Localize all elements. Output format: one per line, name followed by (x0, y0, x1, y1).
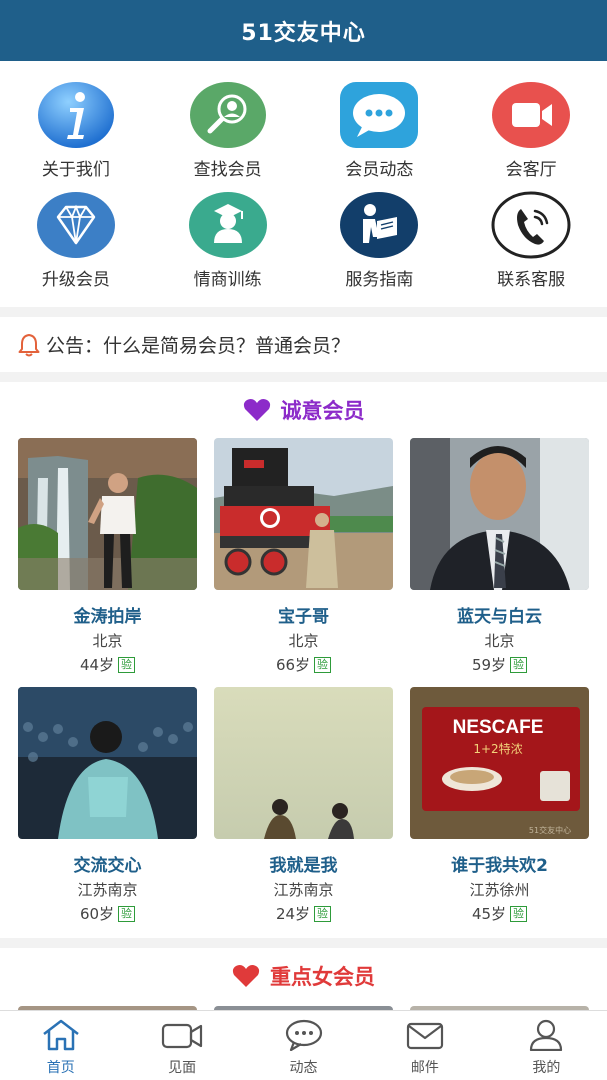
member-card[interactable]: 宝子哥 北京 66岁 验 (214, 438, 393, 687)
member-card[interactable]: 我就是我 江苏南京 24岁 验 (214, 687, 393, 936)
member-name[interactable]: 交流交心 (18, 851, 197, 876)
member-photo[interactable] (18, 687, 197, 839)
tab-label: 首页 (46, 1060, 75, 1076)
member-city: 江苏南京 (273, 881, 334, 899)
notice-bar[interactable]: 公告：什么是简易会员？普通会员？ (0, 317, 607, 372)
member-name[interactable]: 金涛拍岸 (18, 602, 197, 627)
member-name[interactable]: 我就是我 (214, 851, 393, 876)
chat-icon (284, 1019, 324, 1055)
verified-badge: 验 (510, 905, 528, 922)
member-age: 59岁 (471, 656, 507, 674)
member-photo[interactable] (214, 687, 393, 839)
feature-menu: 关于我们 查找会员 会员动态 会客厅 升级会员 情商训练 服务指南 联系客服 (0, 61, 607, 307)
diamond-icon (36, 191, 116, 259)
nescafe-logo-text: NESCAFE (453, 717, 544, 738)
member-photo[interactable] (18, 438, 197, 590)
menu-label: 服务指南 (345, 270, 414, 290)
member-photo[interactable] (410, 438, 589, 590)
member-card[interactable]: 蓝天与白云 北京 59岁 验 (410, 438, 589, 687)
tab-label: 邮件 (410, 1060, 439, 1076)
reading-person-icon (339, 191, 419, 259)
chat-bubble-icon (339, 81, 419, 149)
tab-meet[interactable]: 见面 (121, 1011, 242, 1080)
home-icon (41, 1019, 81, 1055)
member-photo[interactable] (214, 438, 393, 590)
tab-mail[interactable]: 邮件 (364, 1011, 485, 1080)
menu-item-contact-service[interactable]: 联系客服 (455, 191, 607, 291)
watermark-text: 51交友中心 (529, 825, 571, 835)
graduate-icon (188, 191, 268, 259)
member-city: 江苏南京 (77, 881, 138, 899)
app-header: 51交友中心 (0, 0, 607, 61)
menu-label: 情商训练 (193, 270, 262, 290)
verified-badge: 验 (118, 656, 136, 673)
menu-label: 联系客服 (497, 270, 566, 290)
menu-item-lounge[interactable]: 会客厅 (455, 81, 607, 181)
member-name[interactable]: 谁于我共欢2 (410, 851, 589, 876)
tab-label: 动态 (289, 1060, 318, 1076)
menu-label: 查找会员 (193, 160, 262, 180)
video-camera-icon (491, 81, 571, 149)
member-city: 江苏徐州 (469, 881, 530, 899)
heart-icon (243, 398, 271, 422)
member-name[interactable]: 宝子哥 (214, 602, 393, 627)
section-header: 诚意会员 (0, 382, 607, 438)
featured-female-section: 重点女会员 (0, 948, 607, 1018)
member-name[interactable]: 蓝天与白云 (410, 602, 589, 627)
member-age: 60岁 (79, 905, 115, 923)
sincere-members-section: 诚意会员 金涛拍岸 北京 44岁 验 宝子哥 北京 66岁 验 蓝天与白云 北京… (0, 382, 607, 938)
member-card[interactable]: 金涛拍岸 北京 44岁 验 (18, 438, 197, 687)
menu-item-about[interactable]: 关于我们 (0, 81, 152, 181)
member-age: 24岁 (275, 905, 311, 923)
bottom-tab-bar: 首页 见面 动态 邮件 我的 (0, 1010, 607, 1080)
menu-item-eq-training[interactable]: 情商训练 (152, 191, 304, 291)
menu-item-service-guide[interactable]: 服务指南 (304, 191, 456, 291)
member-city: 北京 (288, 632, 319, 650)
member-city: 北京 (92, 632, 123, 650)
video-icon (160, 1019, 204, 1055)
menu-label: 升级会员 (41, 270, 110, 290)
member-age: 44岁 (79, 656, 115, 674)
tab-home[interactable]: 首页 (0, 1011, 121, 1080)
section-title: 重点女会员 (270, 965, 375, 989)
mail-icon (405, 1019, 445, 1055)
menu-item-upgrade[interactable]: 升级会员 (0, 191, 152, 291)
verified-badge: 验 (118, 905, 136, 922)
member-city: 北京 (484, 632, 515, 650)
verified-badge: 验 (510, 656, 528, 673)
app-title: 51交友中心 (241, 20, 366, 46)
section-header: 重点女会员 (0, 948, 607, 1004)
tab-label: 我的 (532, 1060, 561, 1076)
heart-icon (232, 964, 260, 988)
menu-label: 会员动态 (345, 160, 414, 180)
member-photo[interactable]: NESCAFE 1+2特浓 51交友中心 (410, 687, 589, 839)
tab-label: 见面 (168, 1060, 197, 1076)
member-card[interactable]: 交流交心 江苏南京 60岁 验 (18, 687, 197, 936)
member-age: 45岁 (471, 905, 507, 923)
bell-icon (16, 332, 42, 358)
section-title: 诚意会员 (280, 399, 365, 423)
verified-badge: 验 (314, 656, 332, 673)
member-card[interactable]: NESCAFE 1+2特浓 51交友中心 谁于我共欢2 江苏徐州 45岁 验 (410, 687, 589, 936)
menu-item-find-member[interactable]: 查找会员 (152, 81, 304, 181)
info-icon (36, 81, 116, 149)
phone-icon (491, 191, 571, 259)
user-icon (526, 1019, 566, 1055)
member-age: 66岁 (275, 656, 311, 674)
tab-feed[interactable]: 动态 (243, 1011, 364, 1080)
search-member-icon (188, 81, 268, 149)
menu-label: 关于我们 (41, 160, 110, 180)
verified-badge: 验 (314, 905, 332, 922)
nescafe-sub-text: 1+2特浓 (473, 741, 522, 756)
menu-label: 会客厅 (505, 160, 557, 180)
notice-text: 公告：什么是简易会员？普通会员？ (46, 335, 351, 357)
menu-item-member-news[interactable]: 会员动态 (304, 81, 456, 181)
tab-profile[interactable]: 我的 (486, 1011, 607, 1080)
